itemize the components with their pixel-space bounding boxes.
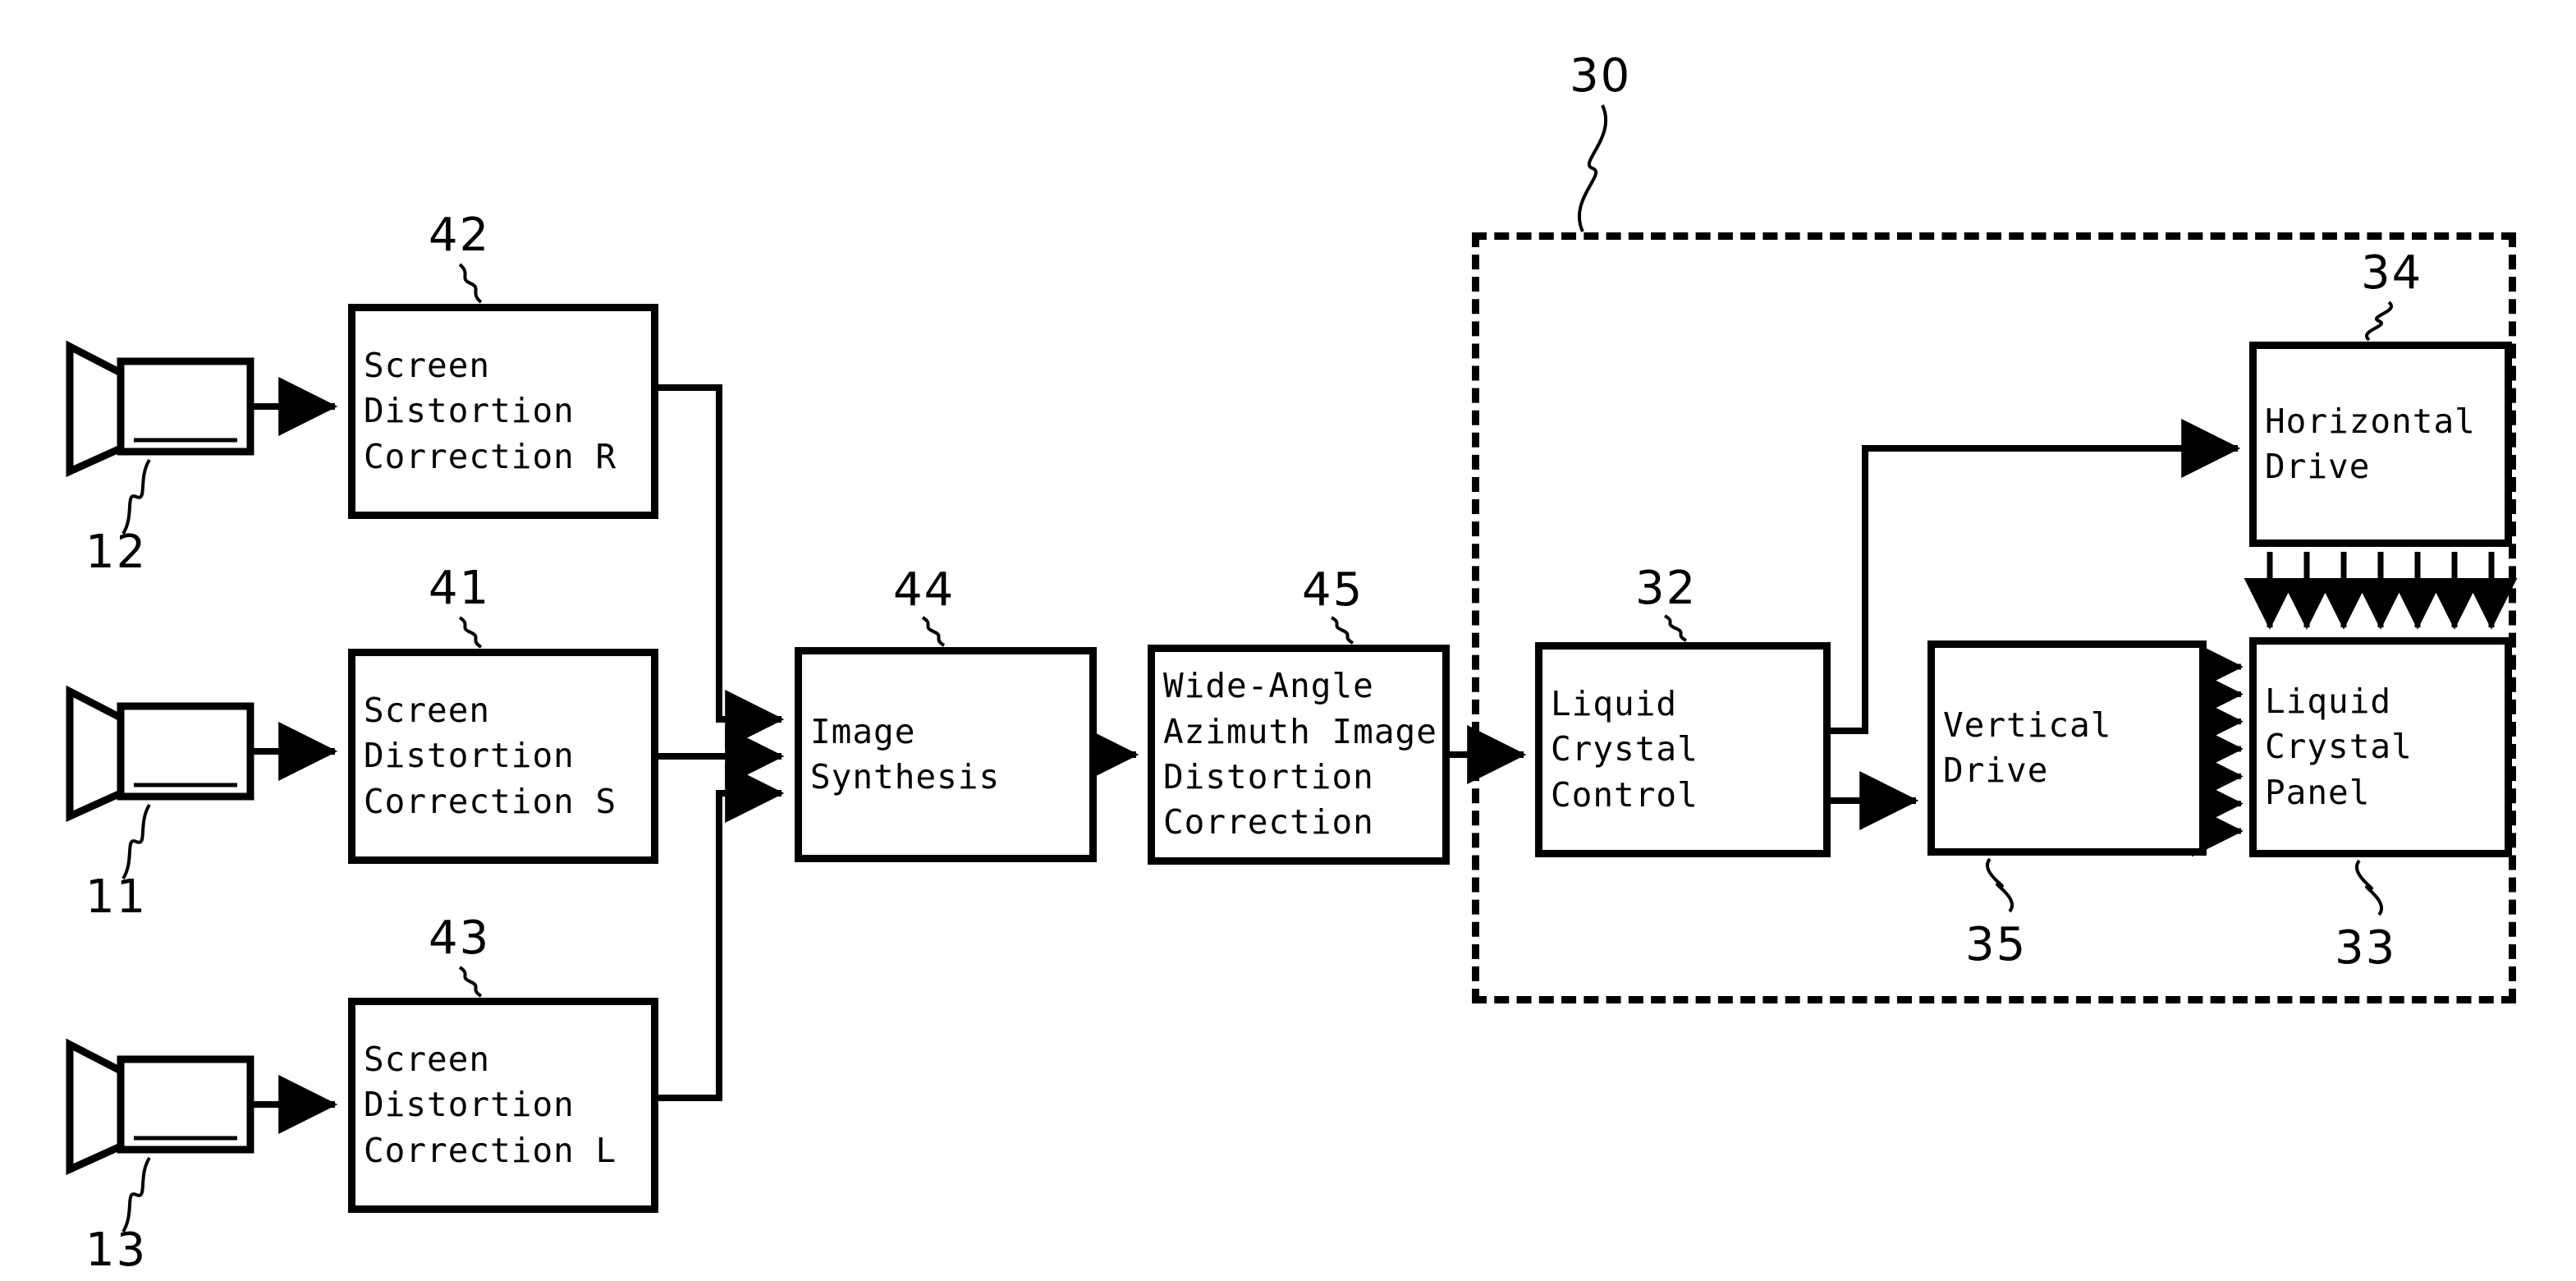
leader-13 — [121, 1156, 151, 1233]
reference-numeral-32: 32 — [1635, 562, 1698, 615]
block-liquid-crystal-panel: Liquid Crystal Panel — [2249, 637, 2512, 857]
block-label-line: Distortion — [364, 391, 575, 431]
block-label-line: Control — [1551, 774, 1698, 815]
block-label-line: Liquid — [1551, 683, 1678, 723]
reference-numeral-12: 12 — [85, 526, 148, 579]
leader-42 — [458, 263, 483, 304]
leader-11 — [121, 803, 151, 880]
block-label-line: Crystal — [1551, 729, 1698, 769]
block-label-line: Screen — [364, 1039, 491, 1079]
block-screen-distortion-correction-s: Screen Distortion Correction S — [348, 649, 658, 864]
block-label-line: Azimuth Image — [1163, 711, 1437, 751]
reference-numeral-13: 13 — [85, 1224, 148, 1277]
leader-41 — [458, 616, 483, 649]
block-label-line: Crystal — [2265, 727, 2413, 767]
block-label-line: Correction L — [364, 1130, 617, 1170]
reference-numeral-45: 45 — [1302, 563, 1364, 617]
leader-44 — [921, 616, 946, 647]
reference-numeral-34: 34 — [2361, 246, 2423, 300]
leader-43 — [458, 966, 483, 998]
leader-32 — [1663, 614, 1688, 642]
block-label-line: Screen — [364, 690, 491, 730]
figure-canvas: Screen Distortion Correction R Screen Distor… — [0, 0, 2576, 1281]
leader-35 — [1986, 857, 2014, 913]
block-label-line: Drive — [2265, 447, 2371, 486]
block-vertical-drive: Vertical Drive — [1927, 640, 2207, 856]
block-label-line: Screen — [364, 345, 491, 385]
reference-numeral-42: 42 — [429, 209, 491, 262]
block-label-line: Correction S — [364, 781, 617, 821]
reference-numeral-30: 30 — [1570, 49, 1632, 103]
reference-numeral-41: 41 — [429, 562, 491, 615]
leader-34 — [2365, 301, 2393, 342]
block-screen-distortion-correction-l: Screen Distortion Correction L — [348, 998, 658, 1213]
block-liquid-crystal-control: Liquid Crystal Control — [1535, 642, 1831, 857]
block-screen-distortion-correction-r: Screen Distortion Correction R — [348, 304, 658, 519]
reference-numeral-11: 11 — [85, 870, 148, 924]
block-label-line: Correction R — [364, 436, 617, 476]
leader-12 — [121, 458, 151, 535]
block-label-line: Panel — [2265, 772, 2371, 812]
leader-33 — [2355, 859, 2383, 916]
block-label-line: Liquid — [2265, 681, 2392, 721]
camera-icon-12 — [66, 340, 254, 477]
correction-r-to-image-synthesis-wire — [658, 384, 785, 749]
reference-numeral-44: 44 — [893, 563, 956, 617]
block-wide-angle-azimuth-image-distortion-correction: Wide-Angle Azimuth Image Distortion Correct… — [1148, 645, 1450, 865]
block-label-line: Wide-Angle — [1163, 666, 1374, 706]
correction-l-to-image-synthesis-wire — [658, 764, 785, 1101]
reference-numeral-35: 35 — [1965, 918, 2028, 971]
block-label-line: Distortion — [364, 1085, 575, 1125]
block-label-line: Correction — [1163, 802, 1374, 843]
camera-icon-13 — [66, 1038, 254, 1175]
block-label-line: Synthesis — [810, 757, 1001, 797]
block-label-line: Image — [810, 711, 916, 751]
block-image-synthesis: Image Synthesis — [795, 647, 1097, 862]
camera-icon-11 — [66, 685, 254, 822]
reference-numeral-33: 33 — [2335, 921, 2397, 975]
block-horizontal-drive: Horizontal Drive — [2249, 342, 2512, 547]
leader-45 — [1330, 616, 1354, 645]
leader-30 — [1577, 104, 1608, 232]
reference-numeral-43: 43 — [429, 911, 491, 965]
block-label-line: Horizontal — [2265, 401, 2476, 441]
block-label-line: Vertical — [1943, 705, 2112, 745]
block-label-line: Distortion — [364, 736, 575, 776]
block-label-line: Drive — [1943, 751, 2049, 790]
block-label-line: Distortion — [1163, 757, 1374, 797]
